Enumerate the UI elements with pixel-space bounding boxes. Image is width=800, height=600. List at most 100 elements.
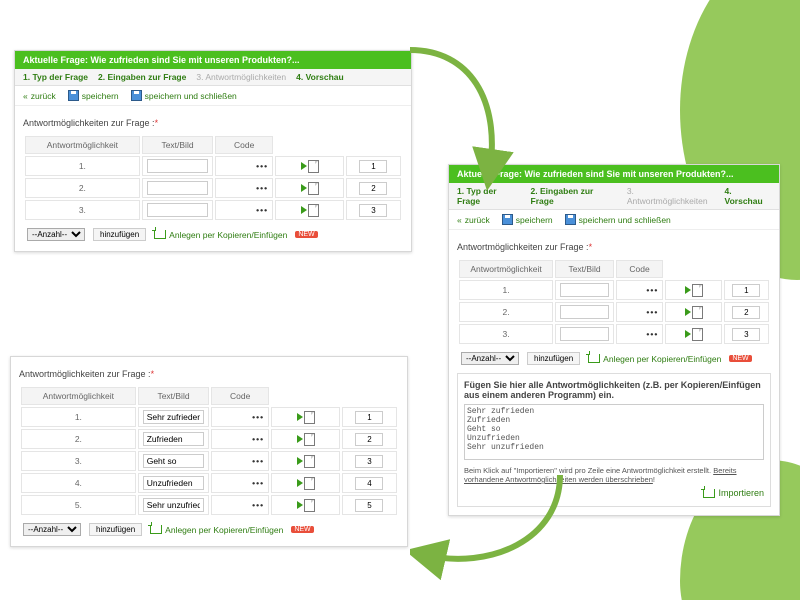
step-3[interactable]: 3. Antwortmöglichkeiten: [196, 72, 286, 82]
page-icon[interactable]: [304, 499, 315, 512]
panel-header: Aktuelle Frage: Wie zufrieden sind Sie m…: [15, 51, 411, 69]
page-icon[interactable]: [308, 160, 319, 173]
page-icon[interactable]: [308, 204, 319, 217]
answer-input[interactable]: [147, 203, 209, 217]
table-row: 3.•••: [25, 200, 401, 220]
add-button[interactable]: hinzufügen: [89, 523, 142, 536]
insert-icon[interactable]: [297, 479, 303, 487]
table-row: 2.•••: [21, 429, 397, 449]
page-icon[interactable]: [304, 477, 315, 490]
quantity-select[interactable]: --Anzahl--: [27, 228, 85, 241]
drag-handle-icon[interactable]: •••: [215, 156, 273, 176]
section-label: Antwortmöglichkeiten zur Frage :*: [23, 118, 403, 128]
drag-handle-icon[interactable]: •••: [616, 324, 663, 344]
drag-handle-icon[interactable]: •••: [211, 407, 269, 427]
answer-input[interactable]: [143, 476, 205, 490]
cart-icon: [150, 525, 162, 534]
save-icon: [565, 214, 576, 225]
code-input[interactable]: [359, 182, 387, 195]
answer-input[interactable]: [560, 283, 609, 297]
drag-handle-icon[interactable]: •••: [211, 495, 269, 515]
code-input[interactable]: [359, 204, 387, 217]
drag-handle-icon[interactable]: •••: [215, 200, 273, 220]
code-input[interactable]: [732, 306, 760, 319]
code-input[interactable]: [359, 160, 387, 173]
page-icon[interactable]: [304, 433, 315, 446]
table-row: 1.•••: [21, 407, 397, 427]
insert-icon[interactable]: [301, 206, 307, 214]
drag-handle-icon[interactable]: •••: [211, 429, 269, 449]
answers-table: AntwortmöglichkeitText/BildCode 1.••• 2.…: [23, 134, 403, 222]
answer-input[interactable]: [147, 181, 209, 195]
insert-icon[interactable]: [297, 457, 303, 465]
chevron-left-icon: «: [23, 91, 28, 101]
save-link[interactable]: speichern: [502, 214, 553, 225]
step-2[interactable]: 2. Eingaben zur Frage: [531, 186, 617, 206]
insert-icon[interactable]: [297, 413, 303, 421]
insert-icon[interactable]: [301, 184, 307, 192]
paste-textarea[interactable]: Sehr zufrieden Zufrieden Geht so Unzufri…: [464, 404, 764, 460]
insert-icon[interactable]: [297, 501, 303, 509]
quantity-select[interactable]: --Anzahl--: [23, 523, 81, 536]
step-1[interactable]: 1. Typ der Frage: [23, 72, 88, 82]
paste-note: Beim Klick auf "Importieren" wird pro Ze…: [464, 466, 764, 484]
step-1[interactable]: 1. Typ der Frage: [457, 186, 521, 206]
page-icon[interactable]: [304, 455, 315, 468]
code-input[interactable]: [355, 477, 383, 490]
drag-handle-icon[interactable]: •••: [211, 473, 269, 493]
drag-handle-icon[interactable]: •••: [215, 178, 273, 198]
drag-handle-icon[interactable]: •••: [211, 451, 269, 471]
insert-icon[interactable]: [685, 308, 691, 316]
answer-input[interactable]: [143, 498, 205, 512]
table-row: 5.•••: [21, 495, 397, 515]
code-input[interactable]: [732, 328, 760, 341]
insert-icon[interactable]: [685, 286, 691, 294]
page-icon[interactable]: [308, 182, 319, 195]
answer-input[interactable]: [143, 432, 205, 446]
table-row: 1.•••: [459, 280, 769, 300]
wizard-steps: 1. Typ der Frage 2. Eingaben zur Frage 3…: [15, 69, 411, 86]
insert-icon[interactable]: [297, 435, 303, 443]
section-label: Antwortmöglichkeiten zur Frage :*: [457, 242, 771, 252]
answer-input[interactable]: [560, 305, 609, 319]
answer-input[interactable]: [147, 159, 209, 173]
insert-icon[interactable]: [301, 162, 307, 170]
code-input[interactable]: [355, 499, 383, 512]
new-badge: NEW: [729, 355, 751, 362]
step-4[interactable]: 4. Vorschau: [296, 72, 344, 82]
code-input[interactable]: [355, 455, 383, 468]
page-icon[interactable]: [692, 306, 703, 319]
code-input[interactable]: [355, 411, 383, 424]
page-icon[interactable]: [692, 328, 703, 341]
back-link[interactable]: «zurück: [457, 215, 490, 225]
code-input[interactable]: [355, 433, 383, 446]
import-link[interactable]: Importieren: [703, 488, 764, 498]
save-close-link[interactable]: speichern und schließen: [565, 214, 671, 225]
step-3[interactable]: 3. Antwortmöglichkeiten: [627, 186, 715, 206]
paste-create-link[interactable]: Anlegen per Kopieren/Einfügen: [588, 354, 721, 364]
save-close-link[interactable]: speichern und schließen: [131, 90, 237, 101]
chevron-left-icon: «: [457, 215, 462, 225]
answer-input[interactable]: [143, 410, 205, 424]
paste-create-link[interactable]: Anlegen per Kopieren/Einfügen: [150, 525, 283, 535]
save-icon: [68, 90, 79, 101]
quantity-select[interactable]: --Anzahl--: [461, 352, 519, 365]
answer-input[interactable]: [143, 454, 205, 468]
code-input[interactable]: [732, 284, 760, 297]
drag-handle-icon[interactable]: •••: [616, 302, 663, 322]
answer-input[interactable]: [560, 327, 609, 341]
back-link[interactable]: «zurück: [23, 91, 56, 101]
page-icon[interactable]: [692, 284, 703, 297]
drag-handle-icon[interactable]: •••: [616, 280, 663, 300]
add-button[interactable]: hinzufügen: [93, 228, 146, 241]
add-button[interactable]: hinzufügen: [527, 352, 580, 365]
insert-icon[interactable]: [685, 330, 691, 338]
table-row: 1.•••: [25, 156, 401, 176]
paste-create-link[interactable]: Anlegen per Kopieren/Einfügen: [154, 230, 287, 240]
step-4[interactable]: 4. Vorschau: [725, 186, 771, 206]
new-badge: NEW: [291, 526, 313, 533]
panel-question-empty: Aktuelle Frage: Wie zufrieden sind Sie m…: [14, 50, 412, 252]
step-2[interactable]: 2. Eingaben zur Frage: [98, 72, 186, 82]
save-link[interactable]: speichern: [68, 90, 119, 101]
page-icon[interactable]: [304, 411, 315, 424]
